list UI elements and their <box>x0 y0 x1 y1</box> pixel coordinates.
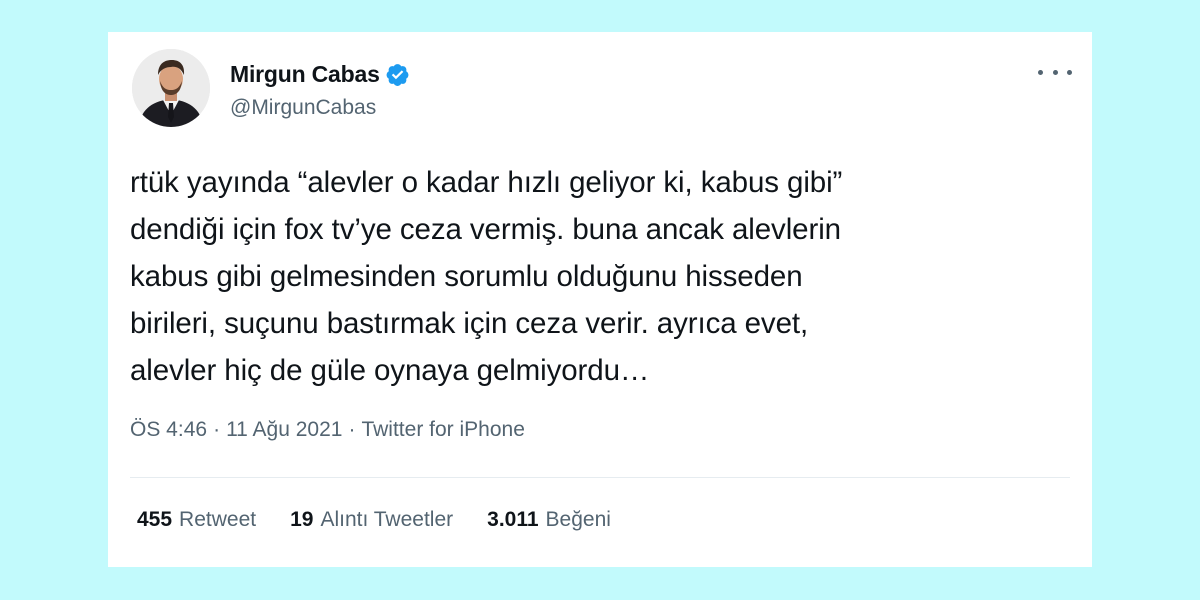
retweet-label: Retweet <box>179 508 257 531</box>
author-avatar[interactable] <box>132 49 210 127</box>
tweet-time[interactable]: ÖS 4:46 <box>130 418 207 442</box>
quote-number: 19 <box>290 508 314 531</box>
verified-badge-icon <box>385 62 410 87</box>
author-handle[interactable]: @MirgunCabas <box>230 96 376 120</box>
dot <box>1038 69 1043 75</box>
more-dots-icon[interactable] <box>1038 62 1072 82</box>
profile-photo <box>132 49 210 127</box>
like-label: Beğeni <box>545 508 611 531</box>
tweet-date[interactable]: 11 Ağu 2021 <box>226 418 342 442</box>
like-count[interactable]: 3.011 Beğeni <box>487 508 611 532</box>
retweet-number: 455 <box>137 508 173 531</box>
like-number: 3.011 <box>487 508 539 531</box>
retweet-count[interactable]: 455 Retweet <box>137 508 256 532</box>
meta-separator: · <box>348 418 356 441</box>
tweet-source[interactable]: Twitter for iPhone <box>361 418 524 442</box>
tweet-card: Mirgun Cabas @MirgunCabas rtük yayında “… <box>108 32 1092 567</box>
meta-separator: · <box>213 418 221 441</box>
tweet-stats: 455 Retweet 19 Alıntı Tweetler 3.011 Beğeni <box>137 508 611 532</box>
author-name[interactable]: Mirgun Cabas <box>230 61 380 88</box>
quote-label: Alıntı Tweetler <box>320 508 454 531</box>
divider <box>130 477 1070 478</box>
author-name-row: Mirgun Cabas <box>230 59 410 89</box>
tweet-meta: ÖS 4:46 · 11 Ağu 2021 · Twitter for iPho… <box>130 418 525 442</box>
quote-count[interactable]: 19 Alıntı Tweetler <box>290 508 453 532</box>
tweet-text: rtük yayında “alevler o kadar hızlı geli… <box>130 166 843 387</box>
dot <box>1067 69 1072 75</box>
dot <box>1052 69 1058 75</box>
